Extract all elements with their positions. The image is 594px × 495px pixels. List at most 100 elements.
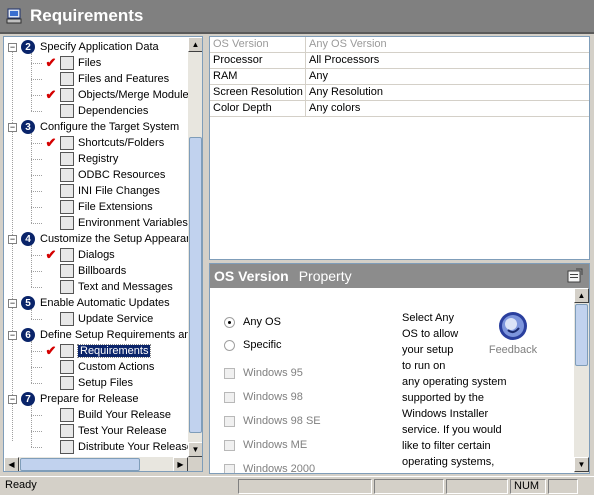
tree-item-odbc-resources[interactable]: ODBC Resources (44, 167, 165, 183)
tree-connector (31, 447, 42, 448)
tree-item-test-your-release[interactable]: Test Your Release (44, 423, 167, 439)
checkbox[interactable] (224, 391, 235, 403)
property-value[interactable]: Any Resolution (306, 85, 589, 100)
collapse-toggle[interactable]: − (8, 122, 17, 132)
checkbox-windows-95[interactable]: Windows 95 (224, 367, 303, 379)
status-panel-2 (374, 479, 444, 494)
tree-item-text-and-messages[interactable]: Text and Messages (44, 279, 173, 295)
build-icon (60, 408, 74, 422)
tree-connector (31, 431, 42, 432)
collapse-toggle[interactable]: − (8, 42, 17, 52)
tree-connector (31, 319, 42, 320)
tree-connector (31, 351, 42, 352)
property-grid[interactable]: OS Version Any OS Version Processor All Pro… (209, 36, 590, 260)
tree-item-build-your-release[interactable]: Build Your Release (44, 407, 171, 423)
checkbox[interactable] (224, 415, 235, 427)
scroll-down-button[interactable]: ▼ (574, 457, 589, 472)
feedback-label[interactable]: Feedback (478, 344, 548, 356)
checkbox-windows-2000[interactable]: Windows 2000 (224, 463, 316, 474)
radio-specific[interactable]: Specific (224, 339, 282, 351)
tree-item-file-extensions[interactable]: File Extensions (44, 199, 153, 215)
tree-group-3[interactable]: −3 Configure the Target System (8, 119, 179, 135)
tree-item-files-and-features[interactable]: Files and Features (44, 71, 169, 87)
step-number-badge: 6 (21, 328, 35, 342)
scroll-down-button[interactable]: ▼ (188, 442, 202, 457)
checkbox[interactable] (224, 367, 235, 379)
checkbox-windows-98[interactable]: Windows 98 (224, 391, 303, 403)
scroll-up-button[interactable]: ▲ (188, 37, 202, 52)
checkbox-label: Windows 2000 (243, 463, 316, 474)
tree-item-files[interactable]: ✔ Files (44, 55, 101, 71)
tree-group-label: Configure the Target System (40, 121, 180, 133)
tree-group-7[interactable]: −7 Prepare for Release (8, 391, 138, 407)
tree-item-registry[interactable]: Registry (44, 151, 118, 167)
check-mark-icon: ✔ (45, 343, 57, 358)
scroll-up-button[interactable]: ▲ (574, 288, 589, 303)
scroll-left-button[interactable]: ◀ (4, 457, 19, 471)
grid-row[interactable]: RAM Any (210, 69, 589, 85)
property-value[interactable]: All Processors (306, 53, 589, 68)
collapse-toggle[interactable]: − (8, 394, 17, 404)
tree-item-billboards[interactable]: Billboards (44, 263, 126, 279)
radio-button[interactable] (224, 339, 235, 351)
feedback-button[interactable]: Feedback (478, 310, 548, 356)
feedback-icon[interactable] (496, 310, 530, 342)
tree-horizontal-scrollbar[interactable]: ◀ ▶ (4, 457, 188, 471)
tree-item-dependencies[interactable]: Dependencies (44, 103, 148, 119)
collapse-toggle[interactable]: − (8, 234, 17, 244)
help-vertical-scrollbar[interactable]: ▲ ▼ (574, 288, 589, 473)
help-description-line: operating systems, (402, 456, 495, 468)
tree-group-4[interactable]: −4 Customize the Setup Appearance (8, 231, 188, 247)
tree-item-objects-merge-modules[interactable]: ✔ Objects/Merge Modules (44, 87, 188, 103)
tree-item-label: Dependencies (78, 105, 149, 117)
property-value[interactable]: Any (306, 69, 589, 84)
tree-item-dialogs[interactable]: ✔ Dialogs (44, 247, 115, 263)
property-name: OS Version (210, 37, 306, 52)
test-icon (60, 424, 74, 438)
tree-connector (31, 95, 42, 96)
help-panel: OS Version Property Any OS Specific Wind… (209, 263, 590, 474)
tree-vertical-scrollbar[interactable]: ▲ ▼ (188, 37, 202, 457)
dialogs-icon (60, 248, 74, 262)
checkbox-windows-98-se[interactable]: Windows 98 SE (224, 415, 321, 427)
property-value[interactable]: Any OS Version (306, 37, 589, 52)
checkbox[interactable] (224, 463, 235, 473)
tree-group-label: Specify Application Data (40, 41, 159, 53)
checkbox-label: Windows ME (243, 439, 308, 451)
registry-icon (60, 152, 74, 166)
view-list-tree[interactable]: −2 Specify Application Data ✔ Files Files an… (3, 36, 203, 472)
files-icon (60, 56, 74, 70)
tree-item-environment-variables[interactable]: Environment Variables (44, 215, 188, 231)
scroll-thumb[interactable] (575, 304, 588, 366)
radio-any-os[interactable]: Any OS (224, 316, 281, 328)
collapse-toggle[interactable]: − (8, 298, 17, 308)
grid-row[interactable]: Color Depth Any colors (210, 101, 589, 117)
scroll-thumb-horizontal[interactable] (20, 458, 140, 471)
tree-item-requirements[interactable]: ✔ Requirements (44, 343, 152, 359)
checkbox[interactable] (224, 439, 235, 451)
tree-item-update-service[interactable]: Update Service (44, 311, 153, 327)
checkbox-windows-me[interactable]: Windows ME (224, 439, 307, 451)
grid-row[interactable]: Screen Resolution Any Resolution (210, 85, 589, 101)
num-lock-indicator: NUM (510, 479, 546, 494)
tree-item-label: Text and Messages (78, 281, 173, 293)
tree-item-custom-actions[interactable]: Custom Actions (44, 359, 154, 375)
tree-connector (31, 133, 32, 223)
tree-group-6[interactable]: −6 Define Setup Requirements and Actions (8, 327, 188, 343)
tree-item-distribute-your-release[interactable]: Distribute Your Release (44, 439, 188, 455)
help-heading: OS Version (214, 268, 289, 284)
grid-row[interactable]: OS Version Any OS Version (210, 37, 589, 53)
collapse-toggle[interactable]: − (8, 330, 17, 340)
tree-connector (31, 111, 42, 112)
radio-button[interactable] (224, 316, 235, 328)
property-value[interactable]: Any colors (306, 101, 589, 116)
grid-row[interactable]: Processor All Processors (210, 53, 589, 69)
tree-item-setup-files[interactable]: Setup Files (44, 375, 133, 391)
scroll-right-button[interactable]: ▶ (173, 457, 188, 471)
tree-item-shortcuts-folders[interactable]: ✔ Shortcuts/Folders (44, 135, 164, 151)
step-number-badge: 7 (21, 392, 35, 406)
tree-item-ini-file-changes[interactable]: INI File Changes (44, 183, 160, 199)
properties-icon[interactable] (567, 268, 583, 283)
tree-group-5[interactable]: −5 Enable Automatic Updates (8, 295, 170, 311)
scroll-thumb[interactable] (189, 137, 202, 433)
